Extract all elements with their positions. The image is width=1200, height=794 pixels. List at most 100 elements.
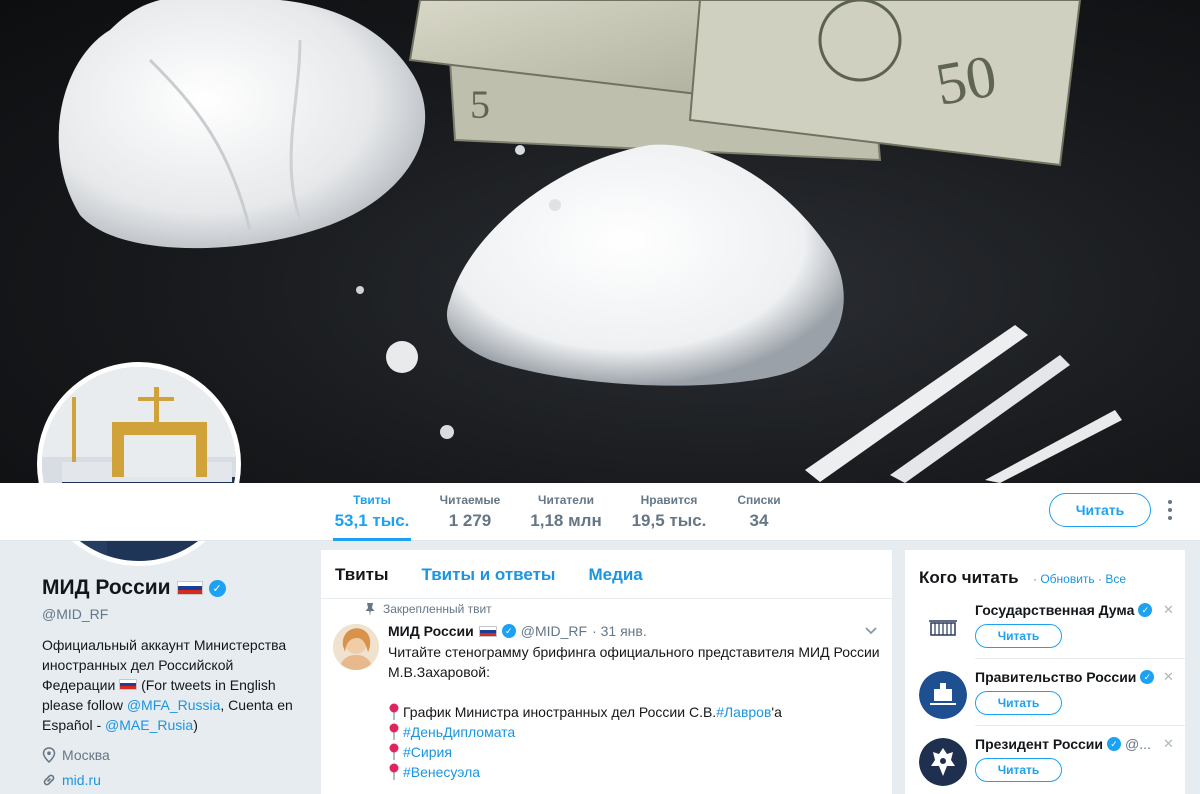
- government-logo-icon: [919, 671, 967, 719]
- refresh-link[interactable]: Обновить: [1040, 572, 1094, 586]
- verified-badge-icon: ✓: [1138, 603, 1153, 617]
- tab-media[interactable]: Медиа: [588, 550, 642, 598]
- tweet-date[interactable]: · 31 янв.: [592, 623, 647, 639]
- svg-text:50: 50: [931, 42, 1002, 117]
- tweet-list-item: #Венесуэла: [388, 762, 882, 782]
- dismiss-icon[interactable]: ✕: [1163, 736, 1174, 752]
- stat-label: Читатели: [538, 493, 594, 507]
- tweet-item-suffix: 'а: [771, 704, 782, 720]
- mfa-russia-link[interactable]: @MFA_Russia: [127, 697, 221, 713]
- tweet-author-name[interactable]: МИД России: [388, 623, 474, 639]
- tweet-list-item: #ДеньДипломата: [388, 722, 882, 742]
- stat-label: Читаемые: [439, 493, 501, 507]
- profile-location: Москва: [42, 747, 302, 763]
- suggestion-duma: Государственная Дума ✓ Читать ✕: [905, 596, 1185, 663]
- tab-tweets[interactable]: Твиты: [335, 550, 388, 598]
- stat-value: 1 279: [448, 511, 492, 530]
- tweet-list-item: #Сирия: [388, 742, 882, 762]
- view-all-link[interactable]: Все: [1105, 572, 1126, 586]
- suggestion-name-row[interactable]: Государственная Дума ✓: [975, 602, 1153, 618]
- divider: [975, 658, 1185, 659]
- dismiss-icon[interactable]: ✕: [1163, 602, 1174, 618]
- separator-dot: ·: [1033, 572, 1037, 586]
- follow-suggestion-button[interactable]: Читать: [975, 624, 1062, 648]
- avatar[interactable]: [919, 738, 967, 786]
- tweet-author-avatar[interactable]: [333, 624, 379, 670]
- who-to-follow-title: Кого читать: [919, 568, 1019, 587]
- tweet-main-text: Читайте стенограмму брифинга официальног…: [388, 644, 880, 680]
- author-photo: [333, 624, 379, 670]
- suggestion-name-row[interactable]: Президент России ✓ @...: [975, 736, 1151, 752]
- stat-following[interactable]: Читаемые 1 279: [435, 483, 505, 541]
- who-to-follow: Кого читать · Обновить · Все Государстве…: [905, 550, 1185, 794]
- verified-badge-icon: ✓: [208, 579, 226, 597]
- round-pushpin-icon: [388, 703, 400, 721]
- hashtag-link[interactable]: #ДеньДипломата: [403, 722, 515, 742]
- timeline-tabs: Твиты Твиты и ответы Медиа: [321, 550, 892, 599]
- pin-icon: [365, 602, 375, 616]
- stat-value: 1,18 млн: [530, 511, 602, 530]
- pinned-tweet-label: Закрепленный твит: [365, 602, 492, 616]
- timeline: Твиты Твиты и ответы Медиа Закрепленный …: [321, 550, 892, 794]
- verified-badge-icon: ✓: [1106, 737, 1121, 751]
- russia-flag-icon: [176, 581, 203, 595]
- hashtag-link[interactable]: #Венесуэла: [403, 762, 480, 782]
- more-options-icon[interactable]: [1166, 500, 1174, 520]
- pinned-text: Закрепленный твит: [383, 602, 492, 616]
- profile-name-row: МИД России ✓: [42, 576, 302, 600]
- suggestion-government: Правительство России ✓ Читать ✕: [905, 663, 1185, 730]
- tweet-item-text: График Министра иностранных дел России С…: [403, 704, 717, 720]
- bio-text: ): [193, 717, 198, 733]
- verified-badge-icon: ✓: [1140, 670, 1155, 684]
- profile-handle: @MID_RF: [42, 606, 109, 622]
- suggestion-name: Президент России: [975, 736, 1103, 752]
- svg-text:5: 5: [470, 82, 490, 127]
- stat-value: 19,5 тыс.: [631, 511, 707, 530]
- profile-bio: Официальный аккаунт Министерства иностра…: [42, 635, 302, 735]
- hashtag-link[interactable]: #Сирия: [403, 742, 452, 762]
- coat-of-arms-icon: [919, 738, 967, 786]
- who-to-follow-links: · Обновить · Все: [1033, 572, 1126, 586]
- profile-card: МИД России ✓ @MID_RF Официальный аккаунт…: [42, 576, 302, 788]
- suggestion-handle: @...: [1124, 736, 1151, 752]
- round-pushpin-icon: [388, 763, 400, 781]
- profile-name: МИД России: [42, 576, 171, 599]
- dismiss-icon[interactable]: ✕: [1163, 669, 1174, 685]
- profile-website: mid.ru: [42, 772, 302, 788]
- stat-value: 34: [749, 511, 769, 530]
- chevron-down-icon[interactable]: [864, 626, 878, 636]
- verified-badge-icon: ✓: [501, 624, 516, 638]
- location-pin-icon: [42, 747, 56, 763]
- stat-followers[interactable]: Читатели 1,18 млн: [527, 483, 605, 541]
- stat-label: Твиты: [353, 493, 391, 507]
- follow-suggestion-button[interactable]: Читать: [975, 691, 1062, 715]
- tweet-text: Читайте стенограмму брифинга официальног…: [388, 642, 882, 782]
- russia-flag-icon: [478, 625, 497, 637]
- stat-label: Списки: [737, 493, 781, 507]
- suggestion-name: Правительство России: [975, 669, 1137, 685]
- link-icon: [43, 774, 55, 786]
- duma-building-icon: [919, 604, 967, 652]
- suggestion-name: Государственная Дума: [975, 602, 1135, 618]
- tweet-author-handle[interactable]: @MID_RF: [521, 623, 587, 639]
- avatar[interactable]: [919, 604, 967, 652]
- stat-lists[interactable]: Списки 34: [733, 483, 785, 541]
- tweet-list-item: График Министра иностранных дел России С…: [388, 702, 882, 722]
- mae-rusia-link[interactable]: @MAE_Rusia: [105, 717, 193, 733]
- website-link[interactable]: mid.ru: [62, 772, 101, 788]
- follow-button[interactable]: Читать: [1049, 493, 1151, 527]
- location-text: Москва: [62, 747, 110, 763]
- follow-suggestion-button[interactable]: Читать: [975, 758, 1062, 782]
- stat-tweets[interactable]: Твиты 53,1 тыс.: [333, 483, 411, 541]
- tweet-header: МИД России ✓ @MID_RF · 31 янв.: [388, 623, 647, 639]
- stat-likes[interactable]: Нравится 19,5 тыс.: [628, 483, 710, 541]
- separator-dot: ·: [1098, 572, 1103, 586]
- stat-label: Нравится: [640, 493, 698, 507]
- suggestion-name-row[interactable]: Правительство России ✓: [975, 669, 1155, 685]
- stat-value: 53,1 тыс.: [334, 511, 410, 530]
- tab-tweets-and-replies[interactable]: Твиты и ответы: [421, 550, 555, 598]
- round-pushpin-icon: [388, 723, 400, 741]
- hashtag-link[interactable]: #Лавров: [716, 702, 771, 722]
- avatar[interactable]: [919, 671, 967, 719]
- divider: [975, 725, 1185, 726]
